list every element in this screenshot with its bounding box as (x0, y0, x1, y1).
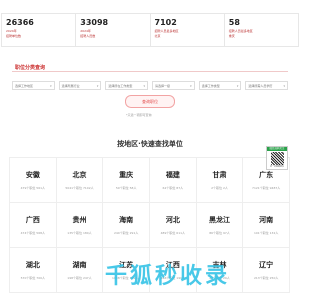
filter-selects: 选择工作地区 ▾ 选择所属行业 ▾ 选择所在工作类型 ▾ 请选择一级 ▾ 选择工作类型 ▾… (12, 81, 289, 91)
stat-card: 26366 2024年 招聘单位数 (1, 13, 76, 47)
province-name: 辽宁 (259, 261, 274, 269)
stat-label: 招聘单位数 (6, 34, 22, 38)
province-name: 广东 (259, 171, 274, 179)
province-stats: 86个职位 97人 (209, 231, 230, 235)
select-value: 选择工作地区 (15, 83, 34, 88)
province-name: 黑龙江 (208, 216, 230, 224)
province-cell-liaoning[interactable]: 辽宁 213个职位 250人 (242, 247, 290, 293)
province-stats: 570个职位 700人 (20, 276, 46, 280)
select-value: 选择所在工作类型 (108, 83, 133, 88)
chevron-down-icon: ▾ (143, 83, 146, 88)
province-cell-hainan[interactable]: 海南 244个职位 291人 (102, 202, 150, 248)
stats-bar: 26366 2024年 招聘单位数 33098 2024年 招聘人员数 7102… (1, 13, 299, 47)
watermark-logo: 千狐秒收录 (105, 264, 231, 289)
industry-select[interactable]: 选择所属行业 ▾ (58, 81, 102, 90)
province-cell-guangxi[interactable]: 广西 474个职位 568人 (9, 202, 57, 248)
province-cell-heilongjiang[interactable]: 黑龙江 86个职位 97人 (195, 202, 244, 248)
section-divider (12, 71, 288, 72)
province-name: 湖北 (25, 261, 40, 269)
stat-card: 58 招聘人员最多地区 重庆 (223, 13, 299, 47)
work-type-select[interactable]: 选择所在工作类型 ▾ (105, 81, 149, 90)
stat-label: 招聘人员数 (80, 34, 96, 38)
province-cell-beijing[interactable]: 北京 5041个职位 7102人 (55, 157, 104, 203)
province-stats: 213个职位 250人 (253, 276, 279, 280)
province-cell-gansu[interactable]: 甘肃 2个职位 2人 (195, 157, 244, 203)
province-cell-chongqing[interactable]: 重庆 50个职位 58人 (102, 157, 150, 203)
province-name: 福建 (165, 171, 180, 179)
stat-number: 7102 (154, 18, 177, 27)
qr-ad-title: 微信扫码关注 (267, 147, 287, 151)
province-name: 河北 (165, 216, 180, 224)
job-type-select[interactable]: 选择工作类型 ▾ (198, 81, 242, 90)
stat-label: 北京 (154, 34, 161, 38)
qr-ad-caption: 扫一扫获取更多 (269, 166, 284, 168)
filter-section-title: 职位分类查询 (15, 65, 46, 71)
province-stats: 135个职位 180人 (67, 231, 92, 235)
province-name: 贵州 (72, 216, 87, 224)
province-stats: 101个职位 132人 (253, 231, 279, 235)
province-stats: 5041个职位 7102人 (65, 186, 94, 190)
qr-code-icon (270, 152, 284, 165)
province-name: 广西 (25, 216, 40, 224)
select-value: 选择所属行业 (61, 83, 80, 88)
chevron-down-icon: ▾ (236, 83, 239, 88)
province-stats: 62个职位 87人 (162, 186, 184, 190)
province-cell-anhui[interactable]: 安徽 479个职位 561人 (9, 157, 57, 203)
chevron-down-icon: ▾ (283, 83, 286, 88)
chevron-down-icon: ▾ (50, 83, 52, 88)
province-cell-hubei[interactable]: 湖北 570个职位 700人 (9, 247, 57, 293)
select-value: 选择工作类型 (201, 83, 220, 88)
province-stats: 479个职位 561人 (20, 186, 46, 190)
province-name: 海南 (119, 216, 134, 224)
province-stats: 244个职位 291人 (113, 231, 139, 235)
education-select[interactable]: 选择所需人员学历 ▾ (245, 81, 289, 90)
province-name: 重庆 (119, 171, 134, 179)
province-name: 河南 (259, 216, 274, 224)
province-stats: 198个职位 247人 (67, 276, 92, 280)
province-cell-hebei[interactable]: 河北 489个职位 611人 (149, 202, 197, 248)
province-stats: 474个职位 568人 (20, 231, 46, 235)
query-hint: *只选一项即可查询 (126, 113, 152, 117)
stat-label: 重庆 (228, 34, 235, 38)
province-cell-hunan[interactable]: 湖南 198个职位 247人 (55, 247, 104, 293)
province-stats: 2个职位 2人 (211, 186, 228, 190)
region-select[interactable]: 选择工作地区 ▾ (12, 81, 55, 90)
select-value: 请选择一级 (155, 83, 171, 88)
province-stats: 50个职位 58人 (115, 186, 137, 190)
province-cell-guizhou[interactable]: 贵州 135个职位 180人 (55, 202, 104, 248)
chevron-down-icon: ▾ (96, 83, 99, 88)
province-stats: 489个职位 611人 (160, 231, 186, 235)
stat-card: 33098 2024年 招聘人员数 (75, 13, 150, 47)
level-select[interactable]: 请选择一级 ▾ (152, 81, 195, 90)
floating-qr-ad[interactable]: 微信扫码关注 扫一扫获取更多 (266, 146, 288, 170)
stat-number: 26366 (6, 18, 34, 27)
stat-card: 7102 招聘人员最多地区 北京 (149, 13, 224, 47)
province-name: 安徽 (25, 171, 40, 179)
chevron-down-icon: ▾ (190, 83, 192, 88)
province-cell-henan[interactable]: 河南 101个职位 132人 (242, 202, 290, 248)
province-stats: 7121个职位 9487人 (252, 186, 281, 190)
region-section-title: 按地区·快速查找单位 (117, 140, 183, 148)
province-cell-fujian[interactable]: 福建 62个职位 87人 (149, 157, 197, 203)
province-name: 甘肃 (212, 171, 227, 179)
province-name: 湖南 (72, 261, 87, 269)
stat-number: 33098 (80, 18, 109, 27)
province-name: 北京 (72, 171, 87, 179)
stat-number: 58 (228, 18, 240, 27)
select-value: 选择所需人员学历 (248, 83, 273, 88)
query-jobs-button[interactable]: 查询职位 (125, 95, 175, 108)
